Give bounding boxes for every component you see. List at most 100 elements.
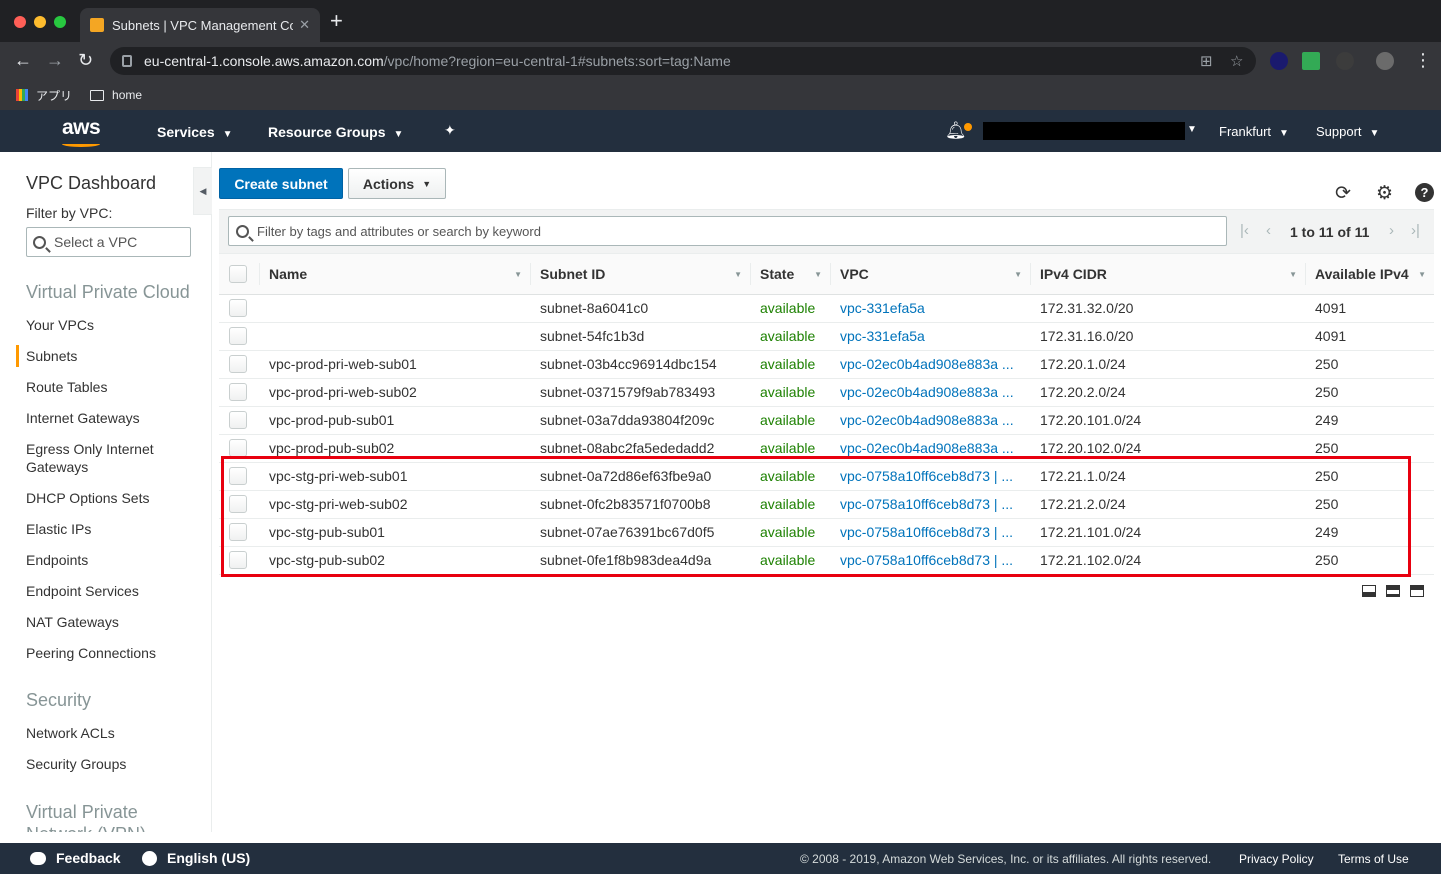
language-selector[interactable]: English (US) bbox=[167, 850, 250, 866]
row-select-cell[interactable] bbox=[219, 378, 259, 407]
bookmark-home[interactable]: home bbox=[90, 88, 142, 102]
sidebar-item-egress-only-internet-gateways[interactable]: Egress Only Internet Gateways bbox=[26, 440, 196, 476]
sidebar-item-dhcp-options-sets[interactable]: DHCP Options Sets bbox=[26, 489, 196, 507]
row-checkbox[interactable] bbox=[229, 439, 247, 458]
row-checkbox[interactable] bbox=[229, 411, 247, 430]
row-checkbox[interactable] bbox=[229, 299, 247, 318]
row-checkbox[interactable] bbox=[229, 523, 247, 542]
aws-logo[interactable]: aws bbox=[62, 116, 101, 140]
sidebar-item-network-acls[interactable]: Network ACLs bbox=[26, 724, 196, 742]
select-all-cell[interactable] bbox=[219, 254, 259, 295]
split-view-bottom-icon[interactable] bbox=[1362, 585, 1376, 597]
extension-1-icon[interactable] bbox=[1270, 52, 1288, 70]
column-header-ipv4-cidr[interactable]: IPv4 CIDR ▼ bbox=[1030, 254, 1305, 295]
table-row[interactable]: vpc-stg-pri-web-sub01 subnet-0a72d86ef63… bbox=[219, 462, 1434, 491]
cell-vpc-link[interactable]: vpc-02ec0b4ad908e883a ... bbox=[830, 406, 1030, 435]
gear-icon[interactable]: ⚙ bbox=[1376, 182, 1393, 205]
cell-vpc-link[interactable]: vpc-331efa5a bbox=[830, 322, 1030, 351]
split-view-middle-icon[interactable] bbox=[1386, 585, 1400, 597]
row-checkbox[interactable] bbox=[229, 355, 247, 374]
browser-tab[interactable]: Subnets | VPC Management Co ✕ bbox=[80, 8, 320, 42]
resource-groups-menu[interactable]: Resource Groups ▼ bbox=[268, 124, 403, 140]
forward-arrow-icon[interactable]: → bbox=[46, 50, 64, 70]
table-row[interactable]: vpc-stg-pub-sub01 subnet-07ae76391bc67d0… bbox=[219, 518, 1434, 547]
table-row[interactable]: vpc-prod-pri-web-sub02 subnet-0371579f9a… bbox=[219, 378, 1434, 407]
profile-avatar[interactable] bbox=[1376, 52, 1394, 70]
table-row[interactable]: vpc-prod-pri-web-sub01 subnet-03b4cc9691… bbox=[219, 350, 1434, 379]
row-select-cell[interactable] bbox=[219, 294, 259, 323]
privacy-policy-link[interactable]: Privacy Policy bbox=[1239, 852, 1314, 866]
row-select-cell[interactable] bbox=[219, 490, 259, 519]
table-row[interactable]: subnet-54fc1b3d available vpc-331efa5a 1… bbox=[219, 322, 1434, 351]
sidebar-item-nat-gateways[interactable]: NAT Gateways bbox=[26, 613, 196, 631]
row-select-cell[interactable] bbox=[219, 406, 259, 435]
row-select-cell[interactable] bbox=[219, 518, 259, 547]
region-menu[interactable]: Frankfurt ▼ bbox=[1219, 124, 1289, 139]
table-row[interactable]: subnet-8a6041c0 available vpc-331efa5a 1… bbox=[219, 294, 1434, 323]
new-tab-icon[interactable]: + bbox=[330, 10, 343, 32]
cell-vpc-link[interactable]: vpc-0758a10ff6ceb8d73 | ... bbox=[830, 462, 1030, 491]
sidebar-title[interactable]: VPC Dashboard bbox=[26, 173, 156, 194]
refresh-icon[interactable]: ⟳ bbox=[1335, 182, 1351, 205]
column-header-subnet-id[interactable]: Subnet ID ▼ bbox=[530, 254, 750, 295]
pin-icon[interactable]: ✦ bbox=[444, 122, 456, 139]
account-name-redacted[interactable] bbox=[983, 122, 1185, 140]
star-icon[interactable]: ☆ bbox=[1230, 52, 1243, 70]
sidebar-item-elastic-ips[interactable]: Elastic IPs bbox=[26, 520, 196, 538]
column-header-available-ipv4[interactable]: Available IPv4 ▼ bbox=[1305, 254, 1434, 295]
column-header-vpc[interactable]: VPC ▼ bbox=[830, 254, 1030, 295]
sidebar-item-endpoint-services[interactable]: Endpoint Services bbox=[26, 582, 196, 600]
vpc-filter-select[interactable]: Select a VPC bbox=[26, 227, 191, 257]
table-row[interactable]: vpc-prod-pub-sub01 subnet-03a7dda93804f2… bbox=[219, 406, 1434, 435]
cell-vpc-link[interactable]: vpc-331efa5a bbox=[830, 294, 1030, 323]
reload-icon[interactable]: ↻ bbox=[78, 50, 93, 70]
feedback-link[interactable]: Feedback bbox=[56, 850, 121, 866]
row-checkbox[interactable] bbox=[229, 327, 247, 346]
split-view-top-icon[interactable] bbox=[1410, 585, 1424, 597]
services-menu[interactable]: Services ▼ bbox=[157, 124, 233, 140]
cell-vpc-link[interactable]: vpc-02ec0b4ad908e883a ... bbox=[830, 378, 1030, 407]
cell-vpc-link[interactable]: vpc-02ec0b4ad908e883a ... bbox=[830, 350, 1030, 379]
table-row[interactable]: vpc-stg-pri-web-sub02 subnet-0fc2b83571f… bbox=[219, 490, 1434, 519]
column-header-name[interactable]: Name ▼ bbox=[259, 254, 530, 295]
back-arrow-icon[interactable]: ← bbox=[14, 50, 32, 70]
search-input[interactable] bbox=[257, 223, 1207, 239]
window-maximize-button[interactable] bbox=[54, 16, 66, 28]
chevron-down-icon[interactable]: ▼ bbox=[1187, 124, 1197, 135]
row-checkbox[interactable] bbox=[229, 495, 247, 514]
cell-vpc-link[interactable]: vpc-02ec0b4ad908e883a ... bbox=[830, 434, 1030, 463]
browser-menu-icon[interactable]: ⋮ bbox=[1414, 50, 1432, 70]
extension-translate-icon[interactable] bbox=[1302, 52, 1320, 70]
prev-page-icon[interactable]: ‹ bbox=[1266, 222, 1271, 239]
actions-button[interactable]: Actions ▼ bbox=[348, 168, 446, 199]
window-close-button[interactable] bbox=[14, 16, 26, 28]
sidebar-item-subnets[interactable]: Subnets bbox=[26, 347, 196, 365]
last-page-icon[interactable]: ›| bbox=[1411, 222, 1420, 239]
tab-close-icon[interactable]: ✕ bbox=[299, 17, 310, 33]
cell-vpc-link[interactable]: vpc-0758a10ff6ceb8d73 | ... bbox=[830, 518, 1030, 547]
sidebar-item-route-tables[interactable]: Route Tables bbox=[26, 378, 196, 396]
help-icon[interactable]: ? bbox=[1415, 183, 1434, 202]
terms-of-use-link[interactable]: Terms of Use bbox=[1338, 852, 1409, 866]
table-row[interactable]: vpc-prod-pub-sub02 subnet-08abc2fa5ededa… bbox=[219, 434, 1434, 463]
row-select-cell[interactable] bbox=[219, 462, 259, 491]
search-box[interactable] bbox=[228, 216, 1227, 246]
row-select-cell[interactable] bbox=[219, 350, 259, 379]
window-minimize-button[interactable] bbox=[34, 16, 46, 28]
select-all-checkbox[interactable] bbox=[229, 264, 247, 283]
sidebar-collapse-toggle[interactable]: ◀ bbox=[193, 167, 212, 215]
sidebar-item-peering-connections[interactable]: Peering Connections bbox=[26, 644, 196, 662]
row-select-cell[interactable] bbox=[219, 546, 259, 575]
sidebar-item-your-vpcs[interactable]: Your VPCs bbox=[26, 316, 196, 334]
url-field[interactable]: eu-central-1.console.aws.amazon.com/vpc/… bbox=[110, 47, 1256, 75]
sidebar-item-endpoints[interactable]: Endpoints bbox=[26, 551, 196, 569]
table-row[interactable]: vpc-stg-pub-sub02 subnet-0fe1f8b983dea4d… bbox=[219, 546, 1434, 575]
column-header-state[interactable]: State ▼ bbox=[750, 254, 830, 295]
sidebar-item-internet-gateways[interactable]: Internet Gateways bbox=[26, 409, 196, 427]
cell-vpc-link[interactable]: vpc-0758a10ff6ceb8d73 | ... bbox=[830, 546, 1030, 575]
extension-3-icon[interactable] bbox=[1336, 52, 1354, 70]
row-select-cell[interactable] bbox=[219, 322, 259, 351]
support-menu[interactable]: Support ▼ bbox=[1316, 124, 1379, 139]
bookmark-apps[interactable]: アプリ bbox=[16, 87, 72, 104]
row-checkbox[interactable] bbox=[229, 551, 247, 570]
